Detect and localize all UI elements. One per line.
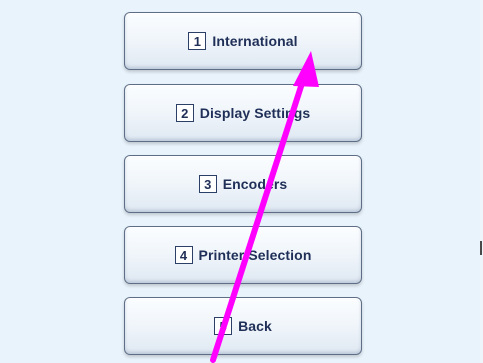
menu-button-label: Printer Selection [198,247,312,263]
shortcut-key-box: 5 [214,317,233,335]
menu-button-display-settings[interactable]: 2 Display Settings [124,84,362,142]
menu-button-back[interactable]: 5 Back [124,297,362,355]
settings-menu-screen: 1 International 2 Display Settings 3 Enc… [0,0,483,363]
menu-button-content: 1 International [188,32,298,50]
menu-button-international[interactable]: 1 International [124,12,362,70]
shortcut-key-box: 4 [174,246,193,264]
shortcut-key-box: 2 [175,104,194,122]
menu-button-label: Encoders [222,176,288,192]
menu-button-content: 2 Display Settings [175,104,311,122]
menu-button-content: 5 Back [214,317,272,335]
right-edge-marker [480,241,482,255]
menu-button-label: Back [238,318,272,334]
menu-button-content: 4 Printer Selection [174,246,312,264]
menu-button-label: International [212,33,298,49]
menu-button-encoders[interactable]: 3 Encoders [124,155,362,213]
menu-button-content: 3 Encoders [198,175,288,193]
shortcut-key-box: 3 [198,175,217,193]
menu-button-label: Display Settings [199,105,311,121]
menu-button-printer-selection[interactable]: 4 Printer Selection [124,226,362,284]
shortcut-key-box: 1 [188,32,207,50]
